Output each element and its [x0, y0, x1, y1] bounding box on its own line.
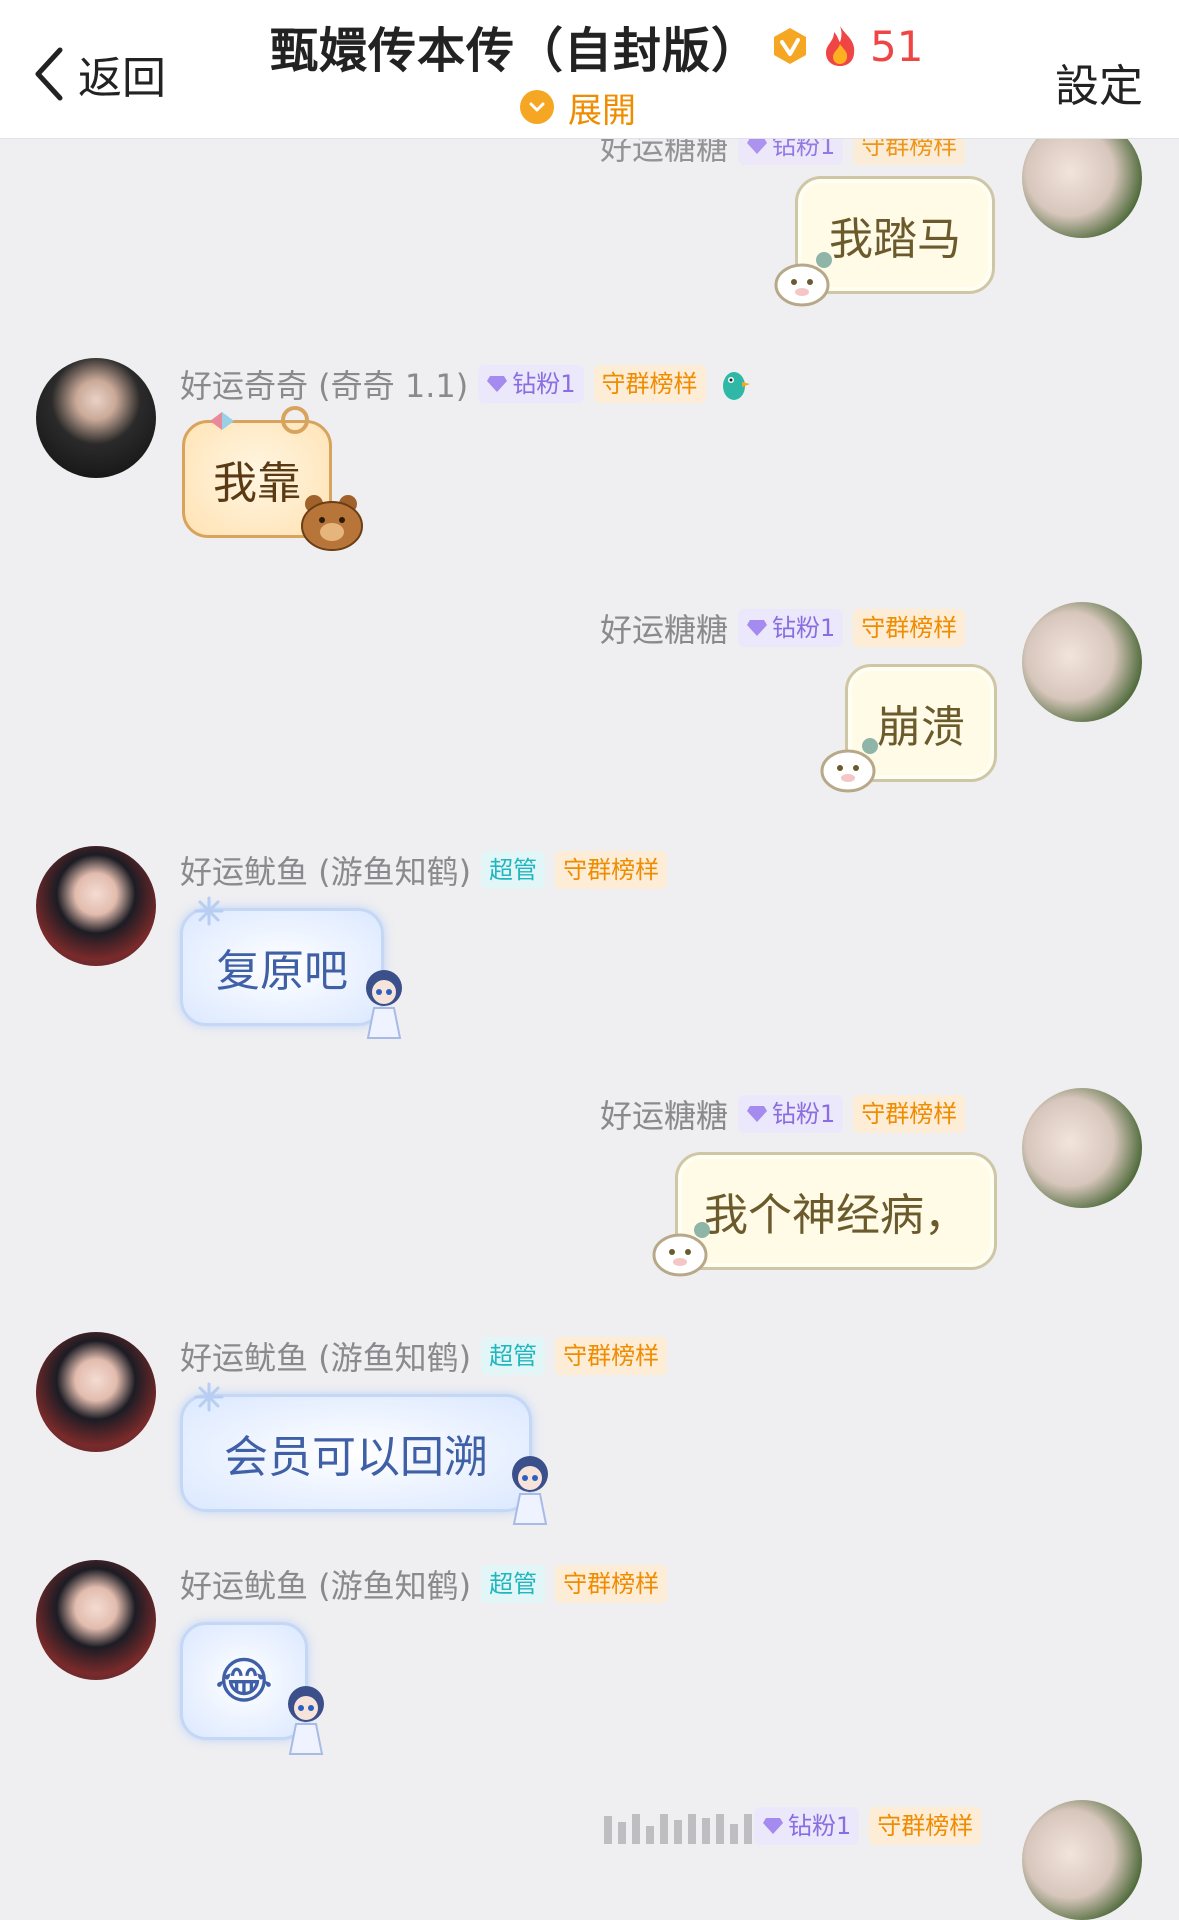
fire-icon — [826, 26, 855, 66]
fire-count: 51 — [870, 21, 924, 71]
super-admin-badge: 超管 — [481, 1337, 546, 1375]
settings-button[interactable]: 設定 — [1055, 50, 1143, 114]
guard-badge: 守群榜样 — [555, 851, 668, 889]
super-admin-badge: 超管 — [481, 1565, 546, 1603]
avatar-image[interactable] — [1022, 1800, 1142, 1920]
sender-line: 好运糖糖 钻粉1 守群榜样 — [600, 1092, 966, 1136]
message-bubble[interactable]: 我靠 — [182, 420, 332, 538]
obscured-sender-name — [604, 1808, 766, 1844]
guard-badge: 守群榜样 — [555, 1337, 668, 1375]
diamond-fan-badge: 钻粉1 — [738, 1095, 844, 1133]
guard-badge: 守群榜样 — [853, 609, 966, 647]
message-bubble[interactable]: 我踏马 — [795, 176, 995, 294]
diamond-icon — [487, 376, 508, 392]
sender-line: 好运糖糖 钻粉1 守群榜样 — [600, 606, 966, 650]
badge-label: 钻粉1 — [772, 614, 836, 642]
avatar-image[interactable] — [36, 358, 156, 478]
diamond-fan-badge: 钻粉1 — [478, 365, 584, 403]
avatar-image[interactable] — [36, 846, 156, 966]
sender-line: 好运奇奇 (奇奇 1.1) 钻粉1 守群榜样 — [180, 362, 752, 406]
message-bubble[interactable]: 会员可以回溯 — [180, 1394, 532, 1512]
guard-badge: 守群榜样 — [853, 1095, 966, 1133]
diamond-icon — [747, 620, 768, 636]
sender-badges: 钻粉1 守群榜样 — [754, 1804, 982, 1848]
message-bubble[interactable]: 崩溃 — [845, 664, 997, 782]
diamond-fan-badge: 钻粉1 — [754, 1807, 860, 1845]
chat-header: 返回 甄嬛传本传（自封版） 51 展開 設定 — [0, 0, 1179, 138]
badge-label: 钻粉1 — [512, 370, 576, 398]
sender-line: 好运鱿鱼 (游鱼知鹤) 超管 守群榜样 — [180, 848, 668, 892]
diamond-icon — [747, 138, 768, 154]
guard-badge: 守群榜样 — [869, 1807, 982, 1845]
chevron-down-icon — [520, 90, 554, 124]
chevron-left-icon — [35, 47, 63, 101]
diamond-fan-badge: 钻粉1 — [738, 609, 844, 647]
group-title: 甄嬛传本传（自封版） — [270, 23, 761, 79]
sender-name: 好运鱿鱼 (游鱼知鹤) — [180, 1339, 472, 1377]
verified-group-icon — [774, 28, 807, 64]
bird-icon — [722, 372, 750, 400]
avatar-image[interactable] — [1022, 602, 1142, 722]
badge-label: 钻粉1 — [788, 1812, 852, 1840]
sender-name: 好运鱿鱼 (游鱼知鹤) — [180, 1567, 472, 1605]
sender-name: 好运糖糖 — [600, 1097, 729, 1135]
expand-label: 展開 — [568, 90, 636, 131]
avatar-image[interactable] — [1022, 1088, 1142, 1208]
expand-button[interactable]: 展開 — [520, 84, 636, 131]
avatar-image[interactable] — [36, 1332, 156, 1452]
message-bubble[interactable]: 我个神经病， — [675, 1152, 997, 1270]
diamond-icon — [747, 1106, 768, 1122]
avatar-image[interactable] — [36, 1560, 156, 1680]
sender-line: 好运鱿鱼 (游鱼知鹤) 超管 守群榜样 — [180, 1334, 668, 1378]
sender-line: 好运鱿鱼 (游鱼知鹤) 超管 守群榜样 — [180, 1562, 668, 1606]
sender-name: 好运奇奇 (奇奇 1.1) — [180, 367, 469, 405]
guard-badge: 守群榜样 — [555, 1565, 668, 1603]
back-label: 返回 — [78, 53, 166, 104]
diamond-icon — [763, 1818, 783, 1834]
super-admin-badge: 超管 — [481, 851, 546, 889]
badge-label: 钻粉1 — [772, 1100, 836, 1128]
sender-name: 好运鱿鱼 (游鱼知鹤) — [180, 853, 472, 891]
message-bubble[interactable]: 😂 — [180, 1622, 308, 1740]
sender-name: 好运糖糖 — [600, 611, 729, 649]
group-title-row: 甄嬛传本传（自封版） 51 — [270, 14, 924, 80]
message-bubble[interactable]: 复原吧 — [180, 908, 384, 1026]
back-button[interactable]: 返回 — [30, 44, 166, 104]
guard-badge: 守群榜样 — [593, 365, 706, 403]
